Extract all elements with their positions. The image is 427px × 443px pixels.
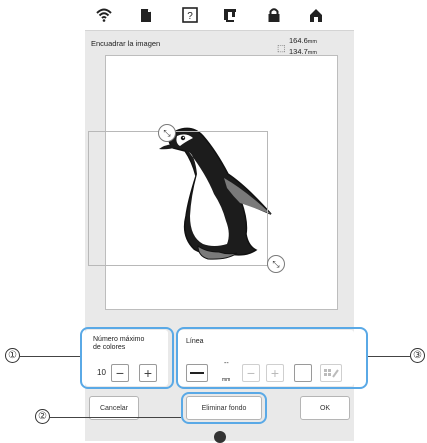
callout-frame-3 [176, 327, 368, 389]
top-toolbar: ? [85, 0, 354, 31]
callout-number-3: ③ [410, 348, 425, 363]
resize-handle-bottom-right-icon[interactable]: ⤡ [267, 255, 285, 273]
page-title: Encuadrar la imagen [91, 39, 161, 48]
ok-button[interactable]: OK [300, 396, 350, 420]
callout-frame-1 [80, 327, 174, 389]
width-value: 164.6 [289, 36, 308, 45]
resize-handle-top-left-icon[interactable]: ⤡ [158, 124, 176, 142]
callout-line-1 [20, 356, 80, 357]
crop-frame[interactable] [88, 131, 268, 266]
scroll-knob-icon[interactable] [214, 431, 226, 443]
embroidery-icon[interactable] [222, 6, 240, 24]
document-icon[interactable] [137, 6, 155, 24]
svg-text:?: ? [187, 11, 193, 22]
frame-size-icon: ⬚ [277, 43, 286, 53]
callout-number-2: ② [35, 409, 50, 424]
lock-icon[interactable] [265, 6, 283, 24]
help-icon[interactable]: ? [181, 6, 199, 24]
callout-number-1: ① [5, 348, 20, 363]
width-unit: mm [307, 39, 317, 45]
title-row: Encuadrar la imagen ⬚ 164.6mm 134.7mm [85, 31, 354, 56]
wifi-icon[interactable] [95, 6, 113, 24]
callout-frame-2 [181, 392, 267, 424]
callout-line-2 [50, 417, 181, 418]
home-icon[interactable] [307, 6, 325, 24]
callout-line-3 [368, 356, 410, 357]
